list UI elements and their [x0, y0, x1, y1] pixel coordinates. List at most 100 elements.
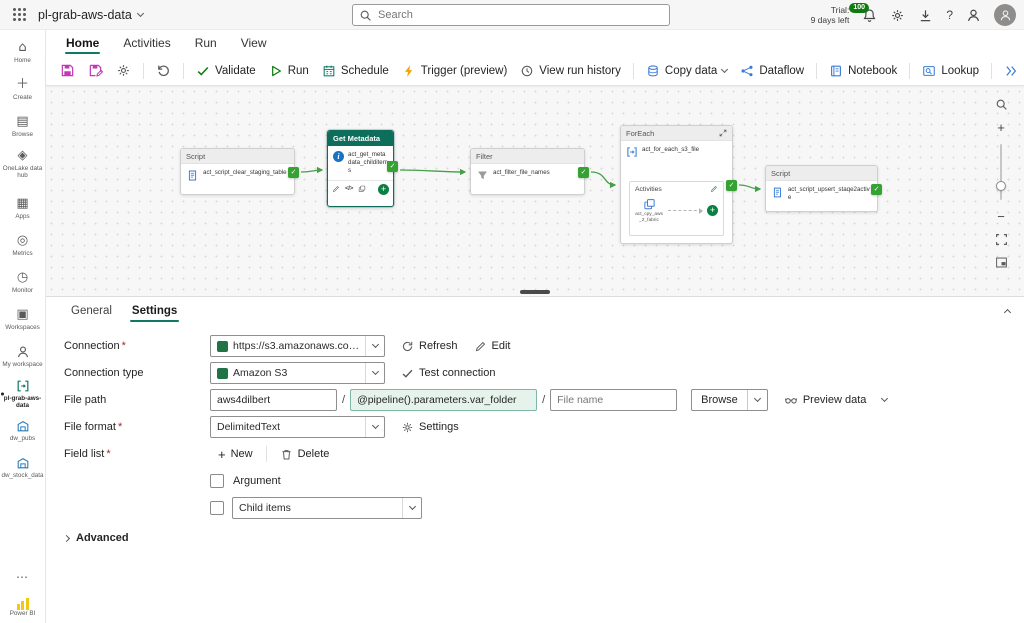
sidebar-item-pipeline[interactable]: pl-grab-aws-data: [0, 375, 45, 412]
sidebar-item-create[interactable]: ＋ Create: [0, 71, 45, 108]
undo-button[interactable]: [150, 59, 177, 82]
tab-general[interactable]: General: [64, 301, 119, 325]
delete-label: Delete: [297, 448, 330, 460]
save-button[interactable]: [54, 59, 81, 82]
notebook-button[interactable]: Notebook: [823, 60, 903, 82]
trigger-button[interactable]: Trigger (preview): [396, 60, 513, 82]
sidebar-item-dw-stock-data[interactable]: dw_stock_data: [0, 449, 45, 486]
sidebar-item-my-workspace[interactable]: My workspace: [0, 338, 45, 375]
settings-button[interactable]: [890, 8, 905, 23]
sidebar-item-label: Create: [13, 94, 32, 101]
zoom-slider-handle[interactable]: [996, 181, 1006, 191]
sidebar-item-apps[interactable]: ▦ Apps: [0, 190, 45, 227]
sidebar-item-workspaces[interactable]: ▣ Workspaces: [0, 301, 45, 338]
zoom-in-button[interactable]: +: [997, 121, 1005, 134]
run-button[interactable]: Run: [263, 60, 315, 82]
activity-node-get-metadata[interactable]: Get Metadata act_get_metadata_childitems…: [327, 130, 398, 207]
dataflow-button[interactable]: Dataflow: [734, 60, 810, 82]
pipeline-settings-button[interactable]: [110, 59, 137, 82]
sidebar-footer: ⋯ Power BI: [10, 570, 36, 623]
sidebar-item-dw-pubs[interactable]: dw_pubs: [0, 412, 45, 449]
power-bi-logo: [16, 598, 29, 610]
pipeline-canvas[interactable]: Script act_script_clear_staging_table Ge…: [46, 86, 1024, 296]
add-inner-activity-button[interactable]: [707, 205, 718, 216]
path-separator: /: [342, 394, 346, 406]
zoom-out-button[interactable]: −: [997, 210, 1005, 223]
canvas-search-button[interactable]: [995, 98, 1008, 111]
connection-type-dropdown[interactable]: Amazon S3: [210, 362, 385, 384]
validate-button[interactable]: Validate: [190, 60, 262, 82]
argument-checkbox[interactable]: [210, 474, 224, 488]
activity-node-script-upsert[interactable]: Script act_script_upsert_staqe2active: [765, 165, 882, 212]
tab-run[interactable]: Run: [183, 33, 229, 56]
minimap-icon: [995, 256, 1008, 269]
file-name-input[interactable]: [550, 389, 678, 411]
preview-options-chevron[interactable]: [874, 394, 895, 404]
foreach-activities-container[interactable]: Activities act_cpy_aws_2_fabric: [629, 181, 724, 236]
sidebar-item-onelake[interactable]: ◈ OneLake data hub: [0, 145, 45, 182]
search-input[interactable]: [378, 9, 663, 21]
invoke-pipeline-button[interactable]: Invoke Pipeline: [998, 60, 1024, 82]
path-separator: /: [542, 394, 546, 406]
view-code-button[interactable]: </>: [345, 185, 353, 193]
clone-activity-button[interactable]: [358, 185, 366, 193]
save-icon: [60, 63, 75, 78]
browse-menu-chevron[interactable]: [748, 390, 767, 410]
sidebar-item-browse[interactable]: ▤ Browse: [0, 108, 45, 145]
activity-node-foreach[interactable]: ForEach act_for_each_s3_file Activities: [620, 125, 737, 244]
add-next-activity-button[interactable]: [378, 183, 389, 195]
sidebar-item-metrics[interactable]: ◎ Metrics: [0, 227, 45, 264]
app-launcher-icon[interactable]: [13, 8, 26, 21]
account-avatar[interactable]: [994, 4, 1016, 26]
left-nav-rail: ⌂ Home ＋ Create ▤ Browse ◈ OneLake data hub …: [0, 30, 46, 623]
copy-data-button[interactable]: Copy data: [640, 60, 733, 82]
panel-resize-handle[interactable]: [520, 290, 550, 294]
feedback-button[interactable]: [966, 8, 981, 23]
downloads-button[interactable]: [918, 8, 933, 23]
new-field-button[interactable]: + New: [210, 445, 261, 463]
refresh-button[interactable]: Refresh: [393, 337, 466, 356]
edit-activities-button[interactable]: [710, 185, 718, 193]
warehouse-icon: [16, 456, 30, 470]
browse-label[interactable]: Browse: [692, 394, 747, 406]
inner-activity-copy[interactable]: act_cpy_aws_2_fabric: [635, 198, 663, 223]
minimap-button[interactable]: [995, 256, 1008, 269]
child-items-dropdown[interactable]: Child items: [232, 497, 422, 519]
lookup-button[interactable]: Lookup: [916, 60, 985, 82]
activity-node-filter[interactable]: Filter act_filter_file_names: [470, 148, 589, 195]
activity-name: act_script_clear_staging_table: [203, 169, 287, 176]
global-search[interactable]: [352, 4, 670, 26]
sidebar-item-monitor[interactable]: ◷ Monitor: [0, 264, 45, 301]
test-connection-button[interactable]: Test connection: [393, 364, 503, 383]
delete-field-button[interactable]: Delete: [272, 445, 338, 464]
view-run-history-button[interactable]: View run history: [514, 60, 627, 82]
advanced-expander[interactable]: Advanced: [62, 532, 1024, 544]
edit-activity-button[interactable]: [332, 185, 340, 193]
collapse-panel-button[interactable]: [1003, 306, 1012, 318]
notifications-button[interactable]: 100: [849, 2, 877, 23]
format-settings-button[interactable]: Settings: [393, 418, 467, 437]
preview-data-button[interactable]: Preview data: [776, 390, 875, 410]
tab-view[interactable]: View: [229, 33, 279, 56]
tab-settings[interactable]: Settings: [125, 301, 184, 325]
connection-dropdown[interactable]: https://s3.amazonaws.com john: [210, 335, 385, 357]
activity-node-script-clear-staging[interactable]: Script act_script_clear_staging_table: [180, 148, 299, 195]
tab-home[interactable]: Home: [54, 33, 111, 56]
sidebar-item-label: Home: [14, 57, 31, 64]
file-format-dropdown[interactable]: DelimitedText: [210, 416, 385, 438]
zoom-slider[interactable]: [996, 144, 1006, 200]
pipeline-title-menu[interactable]: pl-grab-aws-data: [38, 8, 144, 22]
bucket-input[interactable]: [210, 389, 337, 411]
edit-connection-button[interactable]: Edit: [466, 337, 519, 356]
tab-activities[interactable]: Activities: [111, 33, 182, 56]
schedule-button[interactable]: Schedule: [316, 60, 395, 82]
expand-foreach-button[interactable]: [719, 129, 727, 137]
save-as-button[interactable]: [82, 59, 109, 82]
browse-split-button[interactable]: Browse: [691, 389, 768, 411]
help-button[interactable]: ?: [946, 8, 953, 22]
child-items-checkbox[interactable]: [210, 501, 224, 515]
more-items-button[interactable]: ⋯: [16, 570, 29, 584]
zoom-to-fit-button[interactable]: [995, 233, 1008, 246]
folder-expression-input[interactable]: [350, 389, 538, 411]
sidebar-item-home[interactable]: ⌂ Home: [0, 34, 45, 71]
